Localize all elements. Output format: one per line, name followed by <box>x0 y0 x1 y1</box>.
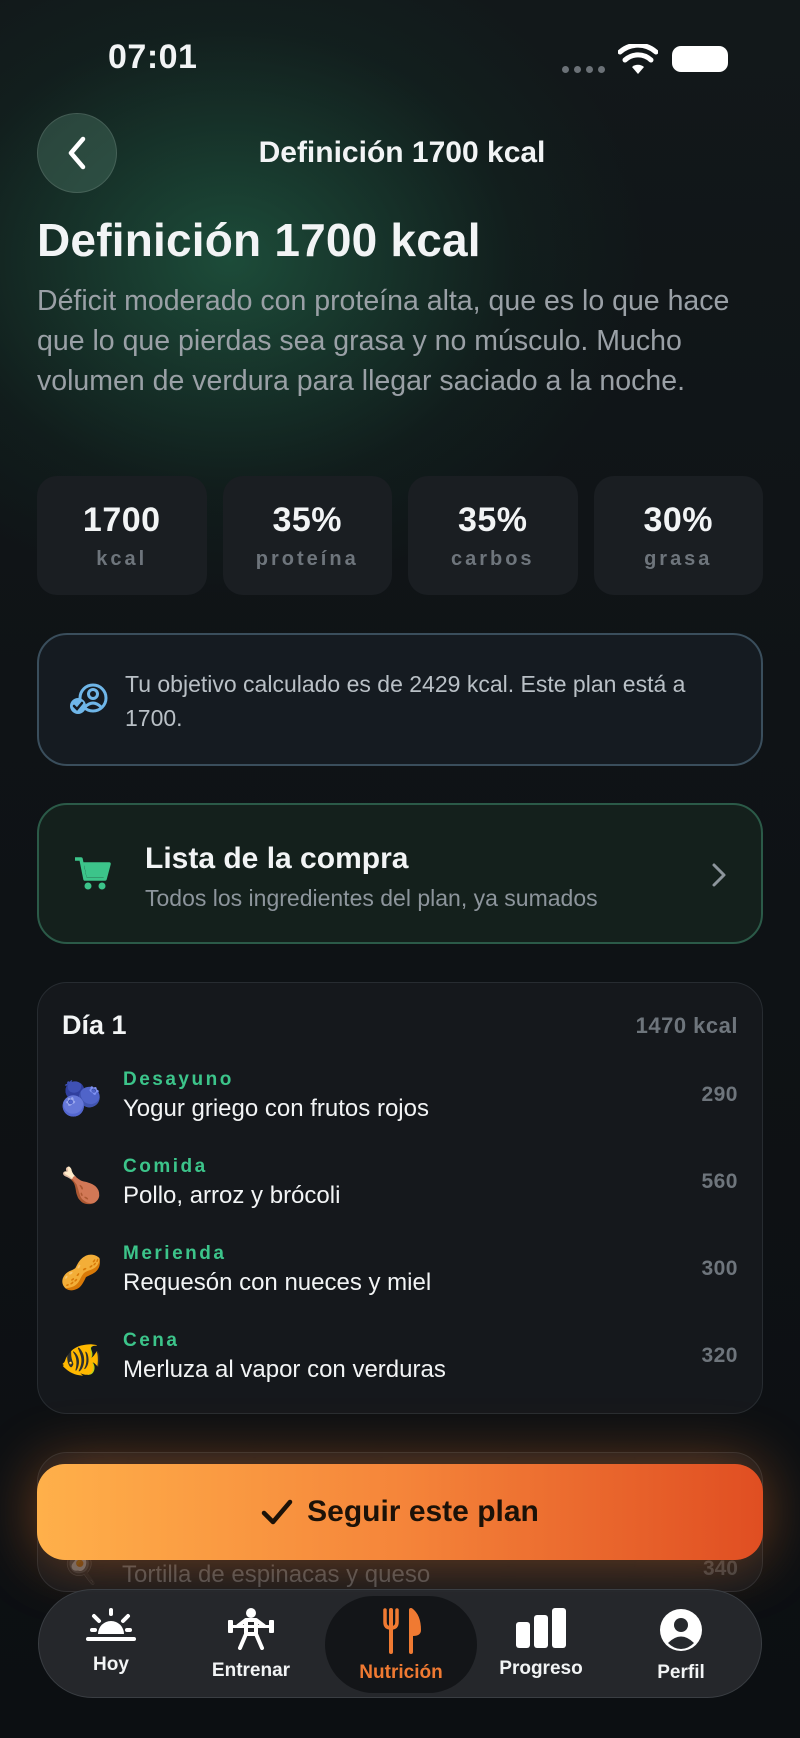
tab-label: Hoy <box>93 1654 129 1675</box>
fork-knife-icon <box>383 1608 421 1654</box>
stat-label: kcal <box>96 548 148 570</box>
day-card: Día 1 1470 kcal 🫐 Desayuno Yogur griego … <box>37 982 763 1414</box>
profile-icon <box>660 1609 702 1651</box>
plan-description: Déficit moderado con proteína alta, que … <box>37 285 730 397</box>
tab-label: Entrenar <box>211 1660 291 1681</box>
weightlifter-icon <box>228 1608 274 1650</box>
battery-icon <box>672 46 728 72</box>
stat-carbs: 35% carbos <box>408 476 578 595</box>
shopping-list-subtitle: Todos los ingredientes del plan, ya suma… <box>145 885 598 911</box>
macro-stats: 1700 kcal 35% proteína 35% carbos 30% gr… <box>37 476 763 595</box>
peanuts-icon: 🥜 <box>60 1253 103 1293</box>
meal-lunch[interactable]: 🍗 Comida Pollo, arroz y brócoli 560 <box>38 1156 762 1226</box>
target-info-card: Tu objetivo calculado es de 2429 kcal. E… <box>37 633 763 766</box>
blueberries-icon: 🫐 <box>60 1079 103 1119</box>
shopping-list-card[interactable]: Lista de la compra Todos los ingrediente… <box>37 803 763 944</box>
stat-value: 30% <box>643 501 714 539</box>
nav-title: Definición 1700 kcal <box>258 136 546 169</box>
meal-breakfast[interactable]: 🫐 Desayuno Yogur griego con frutos rojos… <box>38 1069 762 1139</box>
meal-type: Desayuno <box>123 1069 234 1090</box>
stat-value: 35% <box>272 501 343 539</box>
meal-name: Pollo, arroz y brócoli <box>123 1182 341 1209</box>
tab-label: Nutrición <box>359 1662 443 1683</box>
meal-kcal: 320 <box>701 1344 738 1367</box>
chicken-leg-icon: 🍗 <box>60 1166 103 1206</box>
day-total-kcal: 1470 kcal <box>635 1013 738 1038</box>
target-info-text: Tu objetivo calculado es de 2429 kcal. E… <box>125 671 686 731</box>
wifi-icon <box>618 44 658 74</box>
stat-fat: 30% grasa <box>593 476 763 595</box>
checkmark-icon <box>261 1499 293 1525</box>
stat-label: proteína <box>255 548 359 570</box>
page-title: Definición 1700 kcal <box>37 214 481 266</box>
bottom-tab-bar: Hoy Entrenar Nutrición Progreso Perfil <box>38 1589 762 1698</box>
follow-plan-label: Seguir este plan <box>307 1495 539 1528</box>
meal-type: Cena <box>123 1330 180 1351</box>
meal-kcal: 290 <box>701 1083 738 1106</box>
tab-entrenar[interactable]: Entrenar <box>181 1590 321 1699</box>
meal-name: Requesón con nueces y miel <box>123 1269 432 1296</box>
follow-plan-button[interactable]: Seguir este plan <box>37 1464 763 1560</box>
tab-progreso[interactable]: Progreso <box>471 1590 611 1699</box>
stat-label: grasa <box>644 548 713 570</box>
tab-hoy[interactable]: Hoy <box>41 1590 181 1699</box>
tab-perfil[interactable]: Perfil <box>611 1590 751 1699</box>
chevron-right-icon <box>712 863 726 887</box>
target-user-icon <box>70 683 108 714</box>
meal-dinner[interactable]: 🐠 Cena Merluza al vapor con verduras 320 <box>38 1330 762 1400</box>
meal-snack[interactable]: 🥜 Merienda Requesón con nueces y miel 30… <box>38 1243 762 1313</box>
fish-icon: 🐠 <box>60 1340 103 1380</box>
day-title: Día 1 <box>62 1010 127 1040</box>
meal-kcal: 300 <box>701 1257 738 1280</box>
stat-value: 35% <box>457 501 528 539</box>
sunrise-icon <box>86 1608 136 1641</box>
tab-label: Progreso <box>499 1658 583 1679</box>
nutrition-plan-screen: 07:01 Definición 1700 kcal Definición 17… <box>0 0 800 1738</box>
meal-name: Merluza al vapor con verduras <box>123 1356 446 1383</box>
stat-value: 1700 <box>82 501 161 539</box>
meal-kcal: 340 <box>702 1557 738 1580</box>
meal-name: Tortilla de espinacas y queso <box>122 1561 431 1588</box>
status-time: 07:01 <box>108 38 198 76</box>
meal-kcal: 560 <box>701 1170 738 1193</box>
stat-protein: 35% proteína <box>222 476 392 595</box>
meal-type: Merienda <box>123 1243 227 1264</box>
meal-type: Comida <box>123 1156 208 1177</box>
stat-label: carbos <box>450 548 535 570</box>
shopping-list-title: Lista de la compra <box>145 842 409 875</box>
meal-name: Yogur griego con frutos rojos <box>123 1095 429 1122</box>
stat-kcal: 1700 kcal <box>37 476 207 595</box>
bar-chart-icon <box>516 1608 566 1648</box>
signal-icon <box>562 66 605 73</box>
cart-icon <box>75 857 111 890</box>
tab-nutricion[interactable]: Nutrición <box>325 1596 477 1693</box>
tab-label: Perfil <box>657 1662 705 1683</box>
